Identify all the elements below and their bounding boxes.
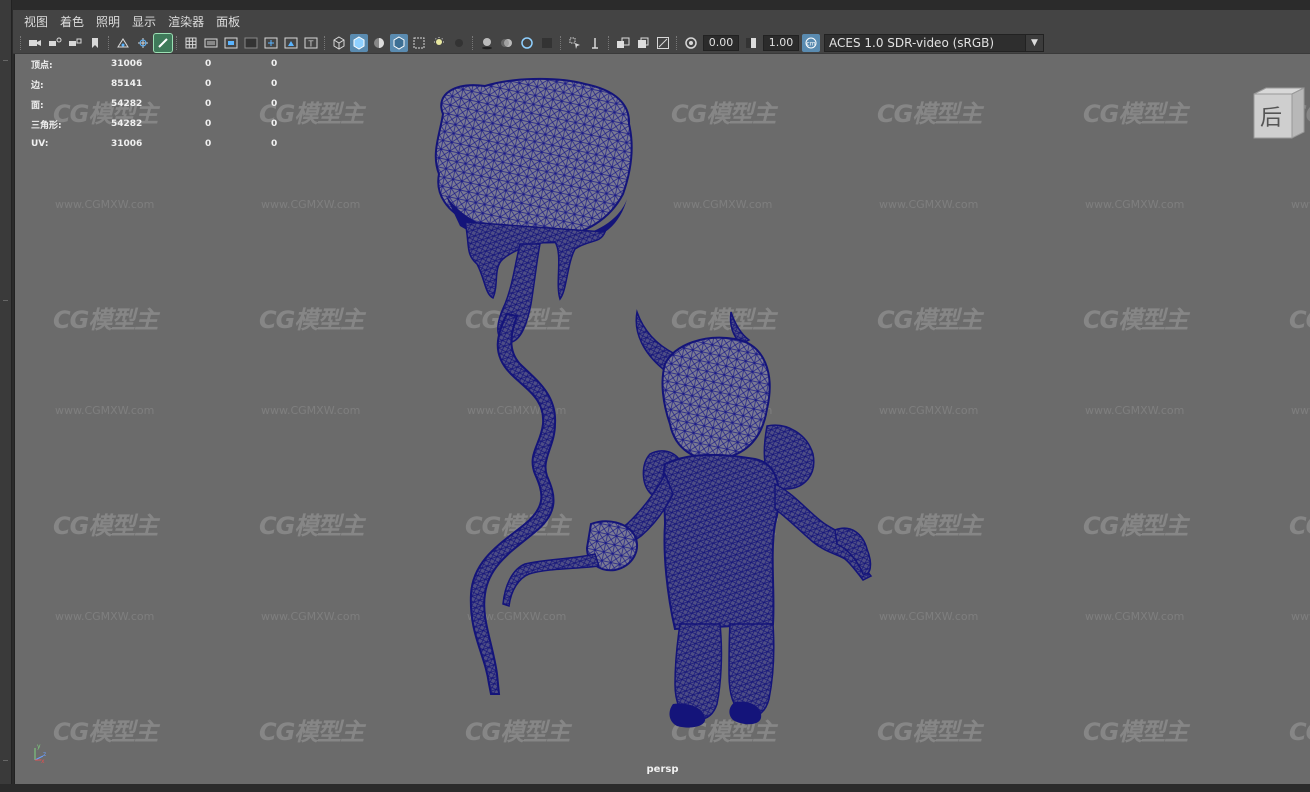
- toolbar-separator: [472, 35, 474, 50]
- resolution-gate-icon[interactable]: [222, 34, 240, 52]
- color-management-icon[interactable]: cm: [802, 33, 820, 52]
- grid-icon[interactable]: [182, 34, 200, 52]
- menu-show[interactable]: 显示: [132, 13, 163, 30]
- exposure-icon[interactable]: [682, 34, 700, 52]
- safe-title-icon[interactable]: T: [302, 34, 320, 52]
- hud-row-faces: 面: 54282 0 0: [31, 99, 278, 111]
- menu-lighting[interactable]: 照明: [96, 13, 127, 30]
- perspective-viewport[interactable]: CG模型主 www.CGMXW.com CG模型主 www.CGMXW.com CG模型…: [14, 54, 1310, 784]
- bookmark-icon[interactable]: [86, 34, 104, 52]
- smooth-shade-icon[interactable]: [350, 33, 368, 52]
- view-cube-face-label: 后: [1260, 106, 1283, 131]
- toolbar-separator: [560, 35, 562, 50]
- character: [502, 309, 873, 728]
- hud-row-vertices: 顶点: 31006 0 0: [31, 59, 278, 71]
- view-transform-value: ACES 1.0 SDR-video (sRGB): [829, 35, 995, 50]
- toolbar-separator: [108, 35, 110, 50]
- svg-text:cm: cm: [806, 40, 815, 47]
- view-transform-select[interactable]: ACES 1.0 SDR-video (sRGB) ▼: [824, 33, 1044, 52]
- left-rail: [0, 0, 12, 792]
- shadows-icon[interactable]: [450, 34, 468, 52]
- svg-text:T: T: [308, 39, 314, 48]
- use-all-lights-icon[interactable]: [430, 34, 448, 52]
- menu-view[interactable]: 视图: [24, 13, 55, 30]
- camera-lock-icon[interactable]: [66, 34, 84, 52]
- menu-shading[interactable]: 着色: [60, 13, 91, 30]
- screen-space-ao-icon[interactable]: [478, 34, 496, 52]
- default-material-icon[interactable]: [370, 34, 388, 52]
- staff-shaft: [469, 312, 557, 695]
- toolbar-separator: [20, 35, 22, 50]
- xray-active-icon[interactable]: [614, 34, 632, 52]
- wireframe-icon[interactable]: [330, 34, 348, 52]
- camera-icon[interactable]: [26, 34, 44, 52]
- panel-toolbar: T 0.00 1.00 cm ACES 1.0 SDR-video (sRGB)…: [13, 32, 1310, 54]
- menu-panels[interactable]: 面板: [216, 13, 247, 30]
- 2d-pan-zoom-icon[interactable]: [134, 34, 152, 52]
- isolate-select-icon[interactable]: [566, 34, 584, 52]
- safe-action-icon[interactable]: [282, 34, 300, 52]
- gamma-icon[interactable]: [742, 34, 760, 52]
- film-gate-icon[interactable]: [202, 34, 220, 52]
- svg-text:z: z: [43, 751, 46, 758]
- grease-pencil-icon[interactable]: [153, 32, 173, 53]
- toolbar-separator: [324, 35, 326, 50]
- model-wireframe[interactable]: [15, 54, 1310, 784]
- hud-row-triangles: 三角形: 54282 0 0: [31, 119, 278, 131]
- bottom-border: [0, 784, 1310, 792]
- heads-up-poly-count: 顶点: 31006 0 0 边: 85141 0 0 面: 54282 0 0 三角形: 54282…: [31, 54, 311, 154]
- staff-head: [434, 77, 633, 344]
- gamma-field[interactable]: 1.00: [763, 34, 799, 51]
- anti-aliasing-icon[interactable]: [518, 34, 536, 52]
- toolbar-separator: [676, 35, 678, 50]
- gate-mask-icon[interactable]: [242, 34, 260, 52]
- xray-joints-icon[interactable]: [586, 34, 604, 52]
- view-cube[interactable]: 后: [1248, 86, 1306, 140]
- depth-of-field-icon[interactable]: [538, 34, 556, 52]
- hud-row-edges: 边: 85141 0 0: [31, 79, 278, 91]
- backface-icon[interactable]: [634, 34, 652, 52]
- toolbar-separator: [176, 35, 178, 50]
- toolbar-separator: [608, 35, 610, 50]
- camera-name-label: persp: [646, 764, 679, 775]
- image-plane-icon[interactable]: [114, 34, 132, 52]
- menu-renderer[interactable]: 渲染器: [168, 13, 211, 30]
- field-chart-icon[interactable]: [262, 34, 280, 52]
- chevron-down-icon[interactable]: ▼: [1025, 34, 1043, 51]
- wireframe-on-shaded-icon[interactable]: [390, 33, 408, 52]
- xray-icon[interactable]: [410, 34, 428, 52]
- motion-blur-icon[interactable]: [498, 34, 516, 52]
- exposure-toggle-icon[interactable]: [654, 34, 672, 52]
- panel-menu-bar: 视图 着色 照明 显示 渲染器 面板: [13, 10, 1310, 32]
- hud-row-uvs: UV: 31006 0 0: [31, 139, 278, 149]
- exposure-field[interactable]: 0.00: [703, 34, 739, 51]
- svg-text:y: y: [37, 743, 41, 750]
- camera-attributes-icon[interactable]: [46, 34, 64, 52]
- axis-gizmo: y z x: [34, 743, 46, 764]
